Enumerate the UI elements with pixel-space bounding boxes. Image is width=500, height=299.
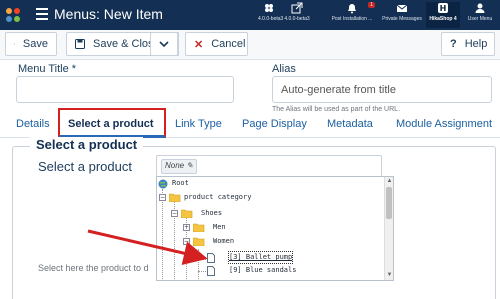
tab-link-type[interactable]: Link Type xyxy=(175,118,222,130)
product-legend: Select a product xyxy=(30,137,144,152)
joomla-version-link[interactable]: 4.0.0-beta3 xyxy=(258,2,284,28)
joomla-version-label: 4.0.0-beta3 xyxy=(258,16,284,22)
alias-label: Alias xyxy=(272,63,296,75)
product-tree-dropdown[interactable]: Root − product category − Shoes + Men − … xyxy=(156,176,394,281)
save-icon xyxy=(75,39,85,49)
private-messages-link[interactable]: Private Messages xyxy=(380,2,424,28)
site-version-link[interactable]: 4.0.0-beta3 xyxy=(284,2,310,28)
tree-node-root[interactable]: Root xyxy=(172,178,189,189)
collapse-icon[interactable]: − xyxy=(159,194,166,201)
post-installation-label: Post Installation ... xyxy=(331,16,373,22)
hikashop-icon: H xyxy=(438,3,448,13)
hikashop-label: HikaShop 4 xyxy=(429,16,457,22)
hikashop-link[interactable]: H HikaShop 4 xyxy=(426,2,460,28)
toolbar: Save Save & Close ✕ Cancel ? Help xyxy=(0,30,500,60)
scroll-thumb[interactable] xyxy=(386,187,392,219)
tree-scrollbar[interactable]: ▲ ▼ xyxy=(384,177,393,280)
user-menu-link[interactable]: User Menu xyxy=(466,2,494,28)
collapse-icon[interactable]: − xyxy=(171,210,178,217)
save-button[interactable]: Save xyxy=(5,32,57,56)
notification-badge: 1 xyxy=(368,2,375,8)
tab-details[interactable]: Details xyxy=(16,118,50,130)
tree-node-men[interactable]: Men xyxy=(213,222,226,233)
svg-text:H: H xyxy=(440,4,447,13)
scroll-down-icon[interactable]: ▼ xyxy=(386,272,393,279)
folder-open-icon xyxy=(169,193,181,202)
tab-page-display[interactable]: Page Display xyxy=(242,118,307,130)
select-product-label: Select a product xyxy=(38,159,132,174)
save-options-dropdown[interactable] xyxy=(150,32,178,56)
tab-select-product[interactable]: Select a product xyxy=(58,108,166,138)
product-selector[interactable]: None ✎ xyxy=(156,155,382,177)
save-icon xyxy=(14,43,15,45)
tab-metadata[interactable]: Metadata xyxy=(327,118,373,130)
joomla-logo-icon[interactable] xyxy=(4,6,22,24)
expand-icon[interactable]: + xyxy=(183,224,190,231)
tree-connector xyxy=(162,189,163,280)
tree-node-women[interactable]: Women xyxy=(213,236,234,247)
external-link-icon xyxy=(291,2,303,14)
joomla-icon xyxy=(265,4,273,12)
page-title: Menus: New Item xyxy=(54,6,163,22)
tab-bar: Details Select a product Link Type Page … xyxy=(0,108,500,138)
user-menu-label: User Menu xyxy=(467,16,493,22)
cancel-label: Cancel xyxy=(211,38,246,50)
top-bar: Menus: New Item 4.0.0-beta3 4.0.0-beta3 … xyxy=(0,0,500,30)
question-icon: ? xyxy=(450,38,457,50)
user-icon xyxy=(475,3,485,13)
document-icon xyxy=(207,266,215,276)
save-label: Save xyxy=(22,38,48,50)
cancel-button[interactable]: ✕ Cancel xyxy=(185,32,248,56)
selected-product-value: None xyxy=(165,161,185,170)
tab-module-assignment[interactable]: Module Assignment xyxy=(396,118,492,130)
alias-input[interactable]: Auto-generate from title xyxy=(272,76,492,103)
menu-title-label: Menu Title * xyxy=(18,63,77,75)
tree-node-shoes[interactable]: Shoes xyxy=(201,208,222,219)
product-help-text: Select here the product to d xyxy=(38,263,149,273)
tree-node-blue-sandals[interactable]: [9] Blue sandals xyxy=(229,265,296,276)
pencil-icon: ✎ xyxy=(186,161,194,170)
tree-node-category[interactable]: product category xyxy=(184,192,251,203)
close-icon: ✕ xyxy=(194,38,204,51)
menu-title-input[interactable] xyxy=(16,76,234,103)
tree-node-ballet-pump[interactable]: [3] Ballet pump xyxy=(227,251,294,264)
tree-connector xyxy=(198,259,206,260)
globe-icon xyxy=(158,179,168,189)
chevron-down-icon xyxy=(159,40,169,47)
envelope-icon xyxy=(396,4,408,12)
document-icon xyxy=(207,253,215,263)
folder-open-icon xyxy=(181,209,193,218)
tree-connector xyxy=(198,249,199,280)
folder-icon xyxy=(193,223,205,232)
menu-toggle-icon[interactable] xyxy=(36,8,48,20)
help-label: Help xyxy=(464,38,488,50)
site-version-label: 4.0.0-beta3 xyxy=(284,16,310,22)
private-messages-label: Private Messages xyxy=(382,16,422,22)
tree-connector xyxy=(198,271,206,272)
selected-product-chip[interactable]: None ✎ xyxy=(161,159,198,174)
collapse-icon[interactable]: − xyxy=(183,238,190,245)
folder-open-icon xyxy=(193,237,205,246)
scroll-up-icon[interactable]: ▲ xyxy=(386,178,393,185)
bell-icon xyxy=(348,4,356,14)
help-button[interactable]: ? Help xyxy=(441,32,495,56)
post-installation-link[interactable]: 1 Post Installation ... xyxy=(326,2,378,28)
